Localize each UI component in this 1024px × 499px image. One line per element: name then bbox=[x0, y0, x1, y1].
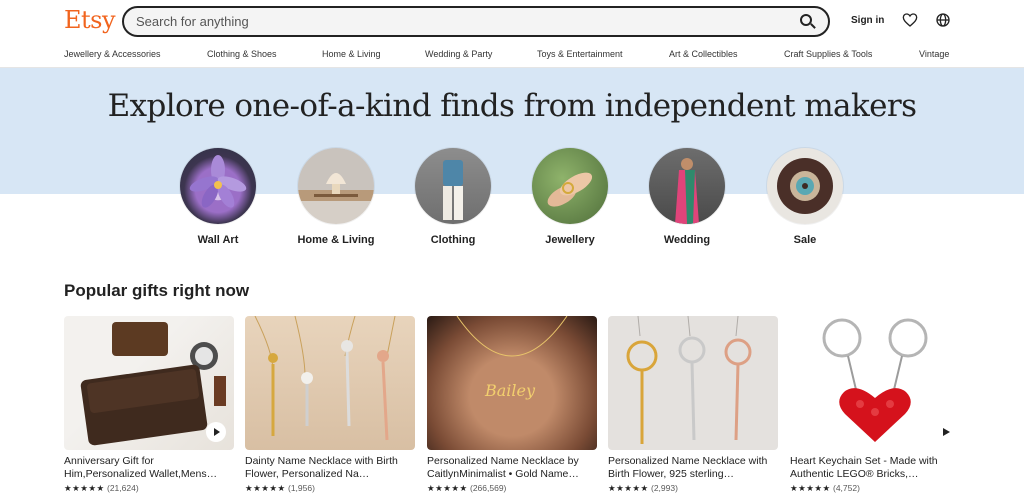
necklace-script: Bailey bbox=[484, 381, 536, 400]
gold-necklace-illustration: Bailey bbox=[456, 316, 568, 400]
nav-item-jewellery[interactable]: Jewellery & Accessories bbox=[64, 49, 161, 59]
category-label: Clothing bbox=[430, 234, 476, 246]
rating-stars: ★★★★★ bbox=[64, 483, 105, 493]
nav-item-clothing[interactable]: Clothing & Shoes bbox=[207, 49, 277, 59]
product-rating: ★★★★★ (266,569) bbox=[427, 483, 597, 494]
heart-keychain-illustration bbox=[822, 318, 928, 442]
product-image[interactable] bbox=[608, 316, 778, 450]
product-rating: ★★★★★ (4,752) bbox=[790, 483, 960, 494]
popular-gifts-heading: Popular gifts right now bbox=[64, 281, 250, 300]
search-input[interactable]: Search for anything bbox=[136, 14, 800, 29]
product-card[interactable]: Heart Keychain Set - Made with Authentic… bbox=[790, 316, 960, 494]
review-count: (4,752) bbox=[832, 483, 860, 493]
product-title[interactable]: Personalized Name Necklace with Birth Fl… bbox=[608, 455, 778, 481]
flower-necklace-illustration bbox=[626, 316, 752, 444]
product-image[interactable] bbox=[790, 316, 960, 450]
category-label: Home & Living bbox=[297, 234, 375, 246]
category-home-living[interactable]: Home & Living bbox=[281, 148, 391, 246]
header: Etsy Search for anything Sign in bbox=[0, 0, 1024, 44]
product-rating: ★★★★★ (21,624) bbox=[64, 483, 234, 494]
play-video-button[interactable] bbox=[206, 422, 226, 442]
globe-icon[interactable] bbox=[935, 12, 951, 28]
category-label: Wall Art bbox=[197, 234, 239, 246]
sari-illustration bbox=[675, 158, 699, 224]
product-title[interactable]: Heart Keychain Set - Made with Authentic… bbox=[790, 455, 960, 481]
product-card[interactable]: Personalized Name Necklace with Birth Fl… bbox=[608, 316, 778, 494]
flower-illustration bbox=[189, 155, 247, 208]
play-icon[interactable] bbox=[943, 428, 950, 436]
category-clothing[interactable]: Clothing bbox=[398, 148, 508, 246]
product-image[interactable] bbox=[245, 316, 415, 450]
search-icon[interactable] bbox=[800, 13, 816, 30]
heart-icon[interactable] bbox=[902, 12, 918, 28]
product-title[interactable]: Dainty Name Necklace with Birth Flower, … bbox=[245, 455, 415, 481]
review-count: (2,993) bbox=[650, 483, 678, 493]
hero-banner bbox=[0, 68, 1024, 194]
product-title[interactable]: Personalized Name Necklace by CaitlynMin… bbox=[427, 455, 597, 481]
product-rating: ★★★★★ (2,993) bbox=[608, 483, 778, 494]
wall-art-image bbox=[180, 148, 256, 224]
search-bar[interactable]: Search for anything bbox=[122, 6, 830, 37]
nav-item-wedding[interactable]: Wedding & Party bbox=[425, 49, 492, 59]
lamp-illustration bbox=[314, 173, 358, 197]
product-image[interactable] bbox=[64, 316, 234, 450]
nav-item-toys[interactable]: Toys & Entertainment bbox=[537, 49, 623, 59]
sign-in-link[interactable]: Sign in bbox=[851, 15, 884, 26]
jewellery-image bbox=[532, 148, 608, 224]
clothing-image bbox=[415, 148, 491, 224]
category-label: Sale bbox=[793, 234, 817, 246]
nav-item-home-living[interactable]: Home & Living bbox=[322, 49, 381, 59]
product-image[interactable]: Bailey bbox=[427, 316, 597, 450]
product-card[interactable]: Bailey Personalized Name Necklace by Cai… bbox=[427, 316, 597, 494]
product-title[interactable]: Anniversary Gift for Him,Personalized Wa… bbox=[64, 455, 234, 481]
sale-image bbox=[767, 148, 843, 224]
category-sale[interactable]: Sale bbox=[750, 148, 860, 246]
rating-stars: ★★★★★ bbox=[245, 483, 286, 493]
outfit-illustration bbox=[443, 160, 463, 220]
category-nav: Jewellery & Accessories Clothing & Shoes… bbox=[0, 44, 1024, 68]
product-rating: ★★★★★ (1,956) bbox=[245, 483, 415, 494]
nav-item-art[interactable]: Art & Collectibles bbox=[669, 49, 738, 59]
nav-item-craft[interactable]: Craft Supplies & Tools bbox=[784, 49, 872, 59]
rating-stars: ★★★★★ bbox=[790, 483, 831, 493]
play-icon bbox=[214, 428, 220, 436]
category-wedding[interactable]: Wedding bbox=[632, 148, 742, 246]
rating-stars: ★★★★★ bbox=[608, 483, 649, 493]
etsy-logo[interactable]: Etsy bbox=[64, 6, 116, 34]
plate-illustration bbox=[777, 158, 833, 214]
review-count: (266,569) bbox=[469, 483, 507, 493]
rating-stars: ★★★★★ bbox=[427, 483, 468, 493]
category-label: Wedding bbox=[663, 234, 711, 246]
review-count: (1,956) bbox=[287, 483, 315, 493]
product-card[interactable]: Anniversary Gift for Him,Personalized Wa… bbox=[64, 316, 234, 494]
nav-item-vintage[interactable]: Vintage bbox=[919, 49, 949, 59]
hero-title: Explore one-of-a-kind finds from indepen… bbox=[107, 88, 917, 124]
ring-illustration bbox=[547, 172, 593, 207]
necklace-illustration bbox=[254, 316, 396, 441]
category-label: Jewellery bbox=[545, 234, 595, 246]
category-wall-art[interactable]: Wall Art bbox=[163, 148, 273, 246]
review-count: (21,624) bbox=[106, 483, 139, 493]
category-jewellery[interactable]: Jewellery bbox=[515, 148, 625, 246]
wedding-image bbox=[649, 148, 725, 224]
home-living-image bbox=[298, 148, 374, 224]
product-card[interactable]: Dainty Name Necklace with Birth Flower, … bbox=[245, 316, 415, 494]
